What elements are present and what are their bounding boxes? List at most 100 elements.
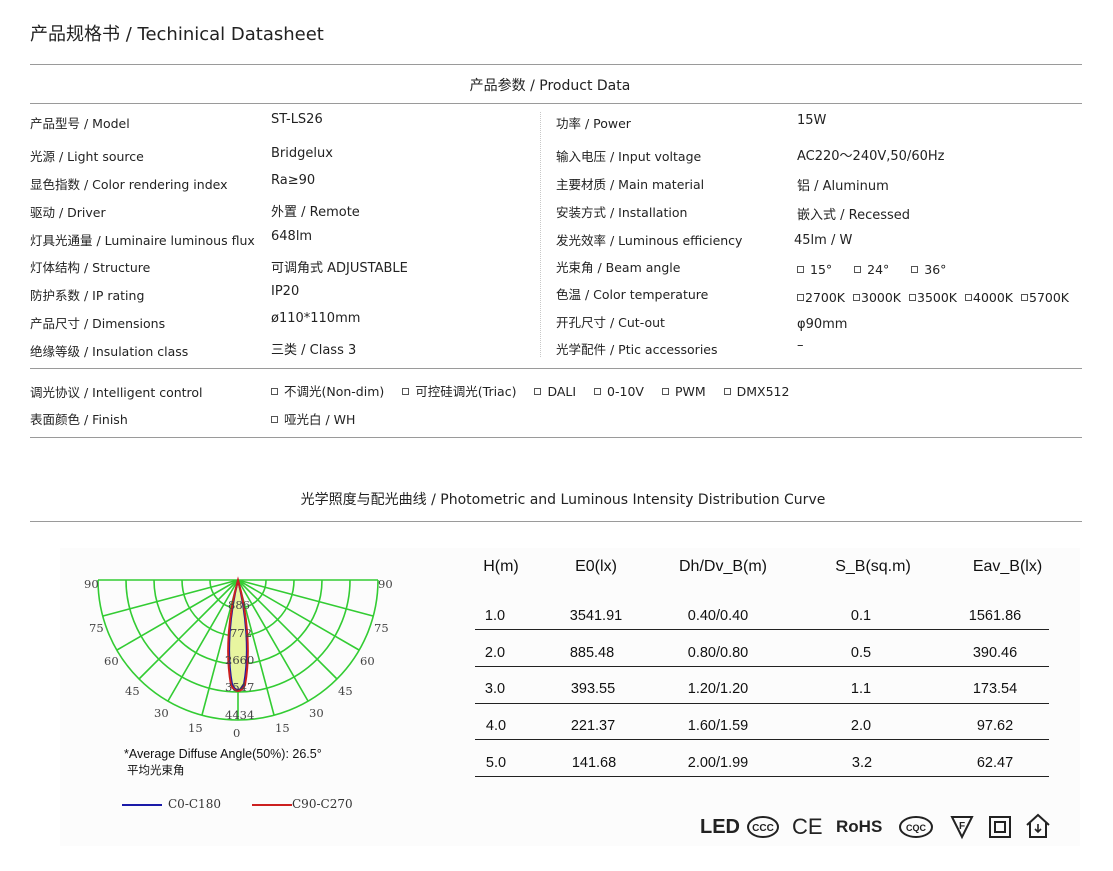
spec-value-insulation: 三类 / Class 3: [271, 343, 357, 358]
svg-text:CQC: CQC: [906, 823, 927, 833]
table-cell: 1.0: [484, 608, 506, 624]
checkbox-icon: [797, 266, 804, 273]
spec-label-beam-angle: 光束角 / Beam angle: [556, 260, 681, 275]
spec-label-flux: 灯具光通量 / Luminaire luminous flux: [30, 233, 255, 248]
polar-spoke: [237, 579, 374, 617]
table-cell: 2.00/1.99: [687, 755, 749, 771]
ring-label: 886: [228, 598, 250, 612]
table-cell: 97.62: [976, 718, 1014, 734]
angle-label: 75: [89, 621, 104, 635]
spec-value-installation: 嵌入式 / Recessed: [797, 208, 911, 223]
legend-label-c90: C90-C270: [292, 797, 353, 811]
control-option-non-dim[interactable]: 不调光(Non-dim): [271, 384, 384, 399]
checkbox-icon: [797, 294, 804, 301]
spec-label-insulation: 绝缘等级 / Insulation class: [30, 344, 189, 359]
product-data-title: 产品参数 / Product Data: [469, 78, 631, 94]
checkbox-icon: [271, 388, 278, 395]
beam-option-15[interactable]: 15°: [797, 262, 832, 277]
ring-label: 772: [230, 626, 252, 640]
table-header: E0(lx): [575, 558, 617, 575]
checkbox-icon: [853, 294, 860, 301]
spec-label-model: 产品型号 / Model: [30, 116, 130, 131]
angle-label: 90: [378, 577, 393, 591]
spec-label-input-voltage: 输入电压 / Input voltage: [556, 149, 702, 164]
table-header: Eav_B(lx): [972, 558, 1043, 575]
spec-value-ip-rating: IP20: [271, 284, 300, 299]
table-rule: [475, 629, 1049, 630]
control-label: 调光协议 / Intelligent control: [30, 385, 203, 400]
table-cell: 2.0: [484, 645, 506, 661]
finish-option-wh[interactable]: 哑光白 / WH: [271, 412, 355, 427]
angle-label: 15: [188, 721, 203, 735]
beam-option-36[interactable]: 36°: [911, 262, 946, 277]
control-option-triac[interactable]: 可控硅调光(Triac): [402, 384, 516, 399]
table-cell: 0.40/0.40: [687, 608, 749, 624]
cct-option-3000k[interactable]: 3000K: [853, 290, 901, 305]
divider: [30, 103, 1082, 104]
finish-label: 表面颜色 / Finish: [30, 412, 128, 427]
table-cell: 1.20/1.20: [687, 681, 749, 697]
spec-label-efficiency: 发光效率 / Luminous efficiency: [556, 233, 743, 248]
spec-label-driver: 驱动 / Driver: [30, 205, 106, 220]
table-cell: 3541.91: [569, 608, 623, 624]
spec-label-cri: 显色指数 / Color rendering index: [30, 177, 228, 192]
table-cell: 885.48: [569, 645, 615, 661]
angle-label: 60: [360, 654, 375, 668]
photometric-title: 光学照度与配光曲线 / Photometric and Luminous Int…: [300, 492, 826, 508]
table-rule: [475, 739, 1049, 740]
table-cell: 4.0: [485, 718, 507, 734]
table-cell: 2.0: [850, 718, 872, 734]
indoor-use-icon: [1026, 813, 1050, 838]
spec-label-dimensions: 产品尺寸 / Dimensions: [30, 316, 166, 331]
spec-label-power: 功率 / Power: [556, 116, 631, 131]
spec-label-cutout: 开孔尺寸 / Cut-out: [556, 315, 665, 330]
spec-value-dimensions: ø110*110mm: [271, 311, 361, 326]
control-option-dmx512[interactable]: DMX512: [723, 384, 789, 399]
angle-label: 30: [154, 706, 169, 720]
cct-option-4000k[interactable]: 4000K: [965, 290, 1013, 305]
cct-option-3500k[interactable]: 3500K: [909, 290, 957, 305]
table-cell: 393.55: [570, 681, 616, 697]
table-rule: [475, 666, 1049, 667]
beam-option-24[interactable]: 24°: [854, 262, 889, 277]
divider: [30, 437, 1082, 438]
spec-value-flux: 648lm: [271, 229, 313, 244]
angle-label: 90: [84, 577, 99, 591]
table-cell: 1.60/1.59: [687, 718, 749, 734]
table-cell: 0.1: [850, 608, 872, 624]
checkbox-icon: [909, 294, 916, 301]
spec-label-structure: 灯体结构 / Structure: [30, 260, 151, 275]
table-cell: 62.47: [976, 755, 1014, 771]
checkbox-icon: [854, 266, 862, 273]
checkbox-icon: [661, 388, 669, 395]
svg-text:F: F: [959, 821, 965, 832]
spec-value-model: ST-LS26: [271, 112, 323, 127]
spec-value-input-voltage: AC220～240V,50/60Hz: [797, 149, 945, 164]
cct-option-5700k[interactable]: 5700K: [1021, 290, 1069, 305]
checkbox-icon: [534, 388, 542, 395]
spec-value-power: 15W: [797, 113, 827, 128]
cct-option-2700k[interactable]: 2700K: [797, 290, 845, 305]
spec-label-installation: 安装方式 / Installation: [556, 205, 688, 220]
spec-label-accessories: 光学配件 / Ptic accessories: [556, 342, 718, 357]
spec-value-light-source: Bridgelux: [271, 146, 333, 161]
checkbox-icon: [1021, 294, 1028, 301]
spec-value-structure: 可调角式 ADJUSTABLE: [271, 261, 408, 276]
control-option-pwm[interactable]: PWM: [661, 384, 706, 399]
column-separator: [540, 112, 541, 357]
angle-label: 60: [104, 654, 119, 668]
control-option-dali[interactable]: DALI: [534, 384, 576, 399]
ce-mark-icon: CE: [792, 814, 823, 839]
diffuse-angle-note-cn: 平均光束角: [127, 763, 185, 777]
svg-text:CCC: CCC: [752, 823, 774, 834]
control-option-0-10v[interactable]: 0-10V: [594, 384, 644, 399]
angle-label: 75: [374, 621, 389, 635]
table-header: S_B(sq.m): [835, 558, 911, 575]
divider: [30, 64, 1082, 65]
table-cell: 173.54: [972, 681, 1018, 697]
table-cell: 5.0: [485, 755, 507, 771]
angle-label: 30: [309, 706, 324, 720]
legend-swatch-c0: [122, 804, 162, 806]
document-title: 产品规格书 / Techinical Datasheet: [30, 24, 324, 45]
spec-value-efficiency: 45lm / W: [794, 233, 853, 248]
